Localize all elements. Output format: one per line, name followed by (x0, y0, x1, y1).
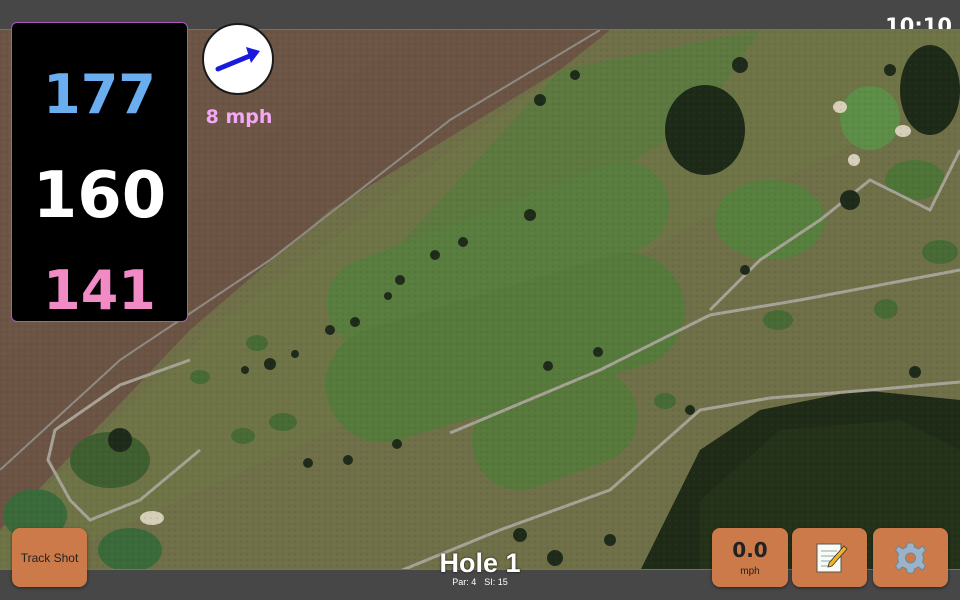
hole-info: Par: 4 SI: 15 (420, 577, 540, 587)
yardage-panel: 177 160 141 (11, 22, 188, 322)
speed-button[interactable]: 0.0 mph (712, 528, 788, 587)
settings-button[interactable] (873, 528, 948, 587)
notepad-icon (816, 543, 848, 573)
track-shot-label: Track Shot (20, 550, 79, 565)
hole-title: Hole 1 (439, 548, 521, 578)
front-yardage: 141 (43, 259, 156, 322)
speed-unit: mph (740, 566, 760, 577)
hole-stroke-index: SI: 15 (484, 577, 508, 587)
wind-arrow-icon (215, 47, 260, 72)
track-shot-button[interactable]: Track Shot (12, 528, 87, 587)
wind-speed: 8 mph (205, 106, 273, 128)
back-yardage: 177 (43, 63, 156, 126)
gear-icon (894, 542, 927, 574)
wind-indicator (202, 23, 274, 95)
notes-button[interactable] (792, 528, 867, 587)
hole-par: Par: 4 (452, 577, 477, 587)
speed-value: 0.0 (732, 538, 768, 562)
center-yardage: 160 (32, 159, 167, 233)
